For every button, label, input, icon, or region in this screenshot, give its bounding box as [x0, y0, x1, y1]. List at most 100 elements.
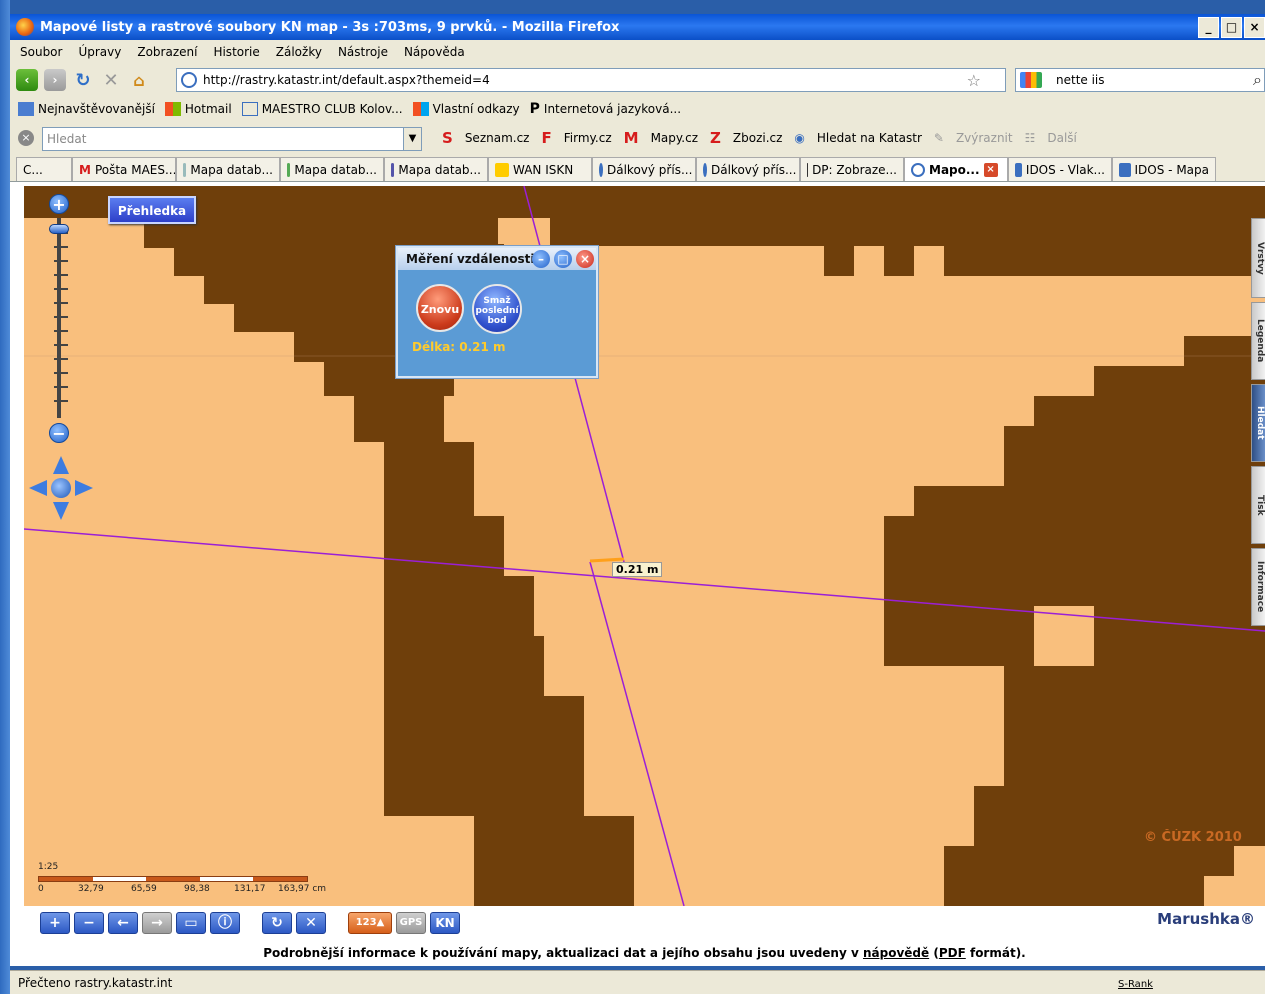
- bookmark-custom-links[interactable]: Vlastní odkazy: [412, 102, 520, 116]
- zoom-slider[interactable]: [54, 218, 68, 418]
- bookmark-star-icon[interactable]: ☆: [967, 71, 981, 90]
- minimize-button[interactable]: _: [1198, 17, 1219, 38]
- bookmark-language[interactable]: P Internetová jazyková...: [530, 101, 681, 117]
- delete-last-point-button[interactable]: Smaž poslední bod: [472, 284, 522, 334]
- zoom-slider-handle[interactable]: [49, 224, 69, 234]
- back-button[interactable]: ‹: [16, 69, 38, 91]
- web-search-box[interactable]: nette iis ⌕: [1015, 68, 1265, 92]
- pdf-link[interactable]: PDF: [939, 946, 966, 960]
- tab-label: DP: Zobraze...: [812, 162, 897, 177]
- bookmark-maestro[interactable]: MAESTRO CLUB Kolov...: [241, 102, 403, 116]
- measure-again-button[interactable]: Znovu: [416, 284, 464, 332]
- tab-item[interactable]: Mapa datab...: [280, 157, 384, 181]
- previous-view-button[interactable]: ←: [108, 912, 138, 934]
- bookmark-most-visited[interactable]: Nejnavštěvovanější: [18, 102, 155, 116]
- link-mapy[interactable]: Mapy.cz: [651, 131, 698, 145]
- tab-item[interactable]: C...: [16, 157, 72, 181]
- help-link[interactable]: nápovědě: [863, 946, 929, 960]
- tab-item[interactable]: IDOS - Vlak...: [1008, 157, 1112, 181]
- katastr-icon: [703, 162, 707, 177]
- segment-length-label: 0.21 m: [612, 562, 663, 577]
- tab-legend[interactable]: Legenda: [1251, 302, 1265, 380]
- zoom-in-icon[interactable]: +: [49, 194, 69, 214]
- chevron-down-icon[interactable]: ▼: [403, 128, 421, 150]
- tab-search[interactable]: Hledat: [1251, 384, 1265, 462]
- site-identity-icon[interactable]: [181, 72, 197, 88]
- google-engine-icon[interactable]: [1020, 72, 1042, 88]
- maximize-button[interactable]: □: [1221, 17, 1242, 38]
- tab-item[interactable]: WAN ISKN: [488, 157, 592, 181]
- close-toolbar-icon[interactable]: ×: [18, 130, 34, 146]
- link-dalsi[interactable]: Další: [1047, 131, 1077, 145]
- scale-ratio: 1:25: [38, 862, 59, 872]
- tab-print[interactable]: Tisk: [1251, 466, 1265, 544]
- zoom-out-button[interactable]: −: [74, 912, 104, 934]
- menu-napoveda[interactable]: Nápověda: [404, 45, 465, 59]
- bookmark-label: MAESTRO CLUB Kolov...: [261, 102, 403, 116]
- zoom-extent-button[interactable]: ▭: [176, 912, 206, 934]
- stop-button[interactable]: ✕: [100, 69, 122, 91]
- url-text: http://rastry.katastr.int/default.aspx?t…: [203, 73, 490, 87]
- info-button[interactable]: ⓘ: [210, 912, 240, 934]
- reload-button[interactable]: ↻: [72, 69, 94, 91]
- pan-right-icon[interactable]: [75, 480, 93, 496]
- info-text: formát).: [969, 946, 1026, 960]
- refresh-button[interactable]: ↻: [262, 912, 292, 934]
- menu-historie[interactable]: Historie: [213, 45, 259, 59]
- tab-item[interactable]: Dálkový přís...: [696, 157, 800, 181]
- overview-button[interactable]: Přehledka: [108, 196, 196, 224]
- menu-zalozky[interactable]: Záložky: [276, 45, 322, 59]
- measured-length: Délka: 0.21 m: [412, 340, 506, 354]
- status-text: Přečteno rastry.katastr.int: [18, 976, 173, 990]
- zoom-tick: [54, 358, 68, 360]
- clear-button[interactable]: ✕: [296, 912, 326, 934]
- pan-center-icon[interactable]: [51, 478, 71, 498]
- restore-panel-icon[interactable]: □: [554, 250, 572, 268]
- menu-upravy[interactable]: Úpravy: [78, 45, 121, 59]
- gps-button[interactable]: GPS: [396, 912, 426, 934]
- parcel-layer: [24, 186, 1265, 906]
- close-window-button[interactable]: ×: [1244, 17, 1265, 38]
- toolbar-search-input[interactable]: Hledat ▼: [42, 127, 422, 151]
- tab-item[interactable]: Dálkový přís...: [592, 157, 696, 181]
- measure-tool-button[interactable]: 123▲: [348, 912, 392, 934]
- forward-button[interactable]: ›: [44, 69, 66, 91]
- tab-item[interactable]: Mapa datab...: [384, 157, 488, 181]
- kn-button[interactable]: KN: [430, 912, 460, 934]
- tab-item[interactable]: IDOS - Mapa: [1112, 157, 1216, 181]
- more-icon: ☷: [1024, 131, 1036, 145]
- pan-up-icon[interactable]: [53, 456, 69, 474]
- link-zvyraznit[interactable]: Zvýraznit: [956, 131, 1013, 145]
- pan-left-icon[interactable]: [29, 480, 47, 496]
- link-seznam[interactable]: Seznam.cz: [465, 131, 530, 145]
- tab-item-active[interactable]: Mapo... ×: [904, 157, 1008, 181]
- minimize-panel-icon[interactable]: –: [532, 250, 550, 268]
- zoom-in-button[interactable]: +: [40, 912, 70, 934]
- bookmarks-toolbar: Nejnavštěvovanější Hotmail MAESTRO CLUB …: [10, 96, 1265, 122]
- map-canvas[interactable]: + − Přehledka Měření vzdálenosti – □ × Z…: [24, 186, 1265, 906]
- next-view-button[interactable]: →: [142, 912, 172, 934]
- tab-item[interactable]: DP: Zobraze...: [800, 157, 904, 181]
- tab-item[interactable]: Mapa datab...: [176, 157, 280, 181]
- link-hledat-katastr[interactable]: Hledat na Katastr: [817, 131, 922, 145]
- menu-nastroje[interactable]: Nástroje: [338, 45, 388, 59]
- link-zbozi[interactable]: Zbozi.cz: [733, 131, 783, 145]
- menu-soubor[interactable]: Soubor: [20, 45, 62, 59]
- measure-panel-header[interactable]: Měření vzdálenosti – □ ×: [398, 248, 596, 270]
- zoom-out-icon[interactable]: −: [49, 423, 69, 443]
- search-icon[interactable]: ⌕: [1253, 70, 1262, 90]
- tab-layers[interactable]: Vrstvy: [1251, 218, 1265, 298]
- bookmark-hotmail[interactable]: Hotmail: [164, 102, 232, 116]
- menu-zobrazeni[interactable]: Zobrazení: [137, 45, 197, 59]
- pan-down-icon[interactable]: [53, 502, 69, 520]
- page-icon: [183, 162, 187, 177]
- scale-label: 65,59: [131, 884, 157, 894]
- srank-link[interactable]: S-Rank: [1118, 973, 1153, 994]
- close-tab-icon[interactable]: ×: [983, 162, 998, 177]
- close-panel-icon[interactable]: ×: [576, 250, 594, 268]
- link-firmy[interactable]: Firmy.cz: [564, 131, 612, 145]
- home-button[interactable]: ⌂: [128, 69, 150, 91]
- url-bar[interactable]: http://rastry.katastr.int/default.aspx?t…: [176, 68, 1006, 92]
- tab-item[interactable]: M Pošta MAES...: [72, 157, 176, 181]
- tab-info[interactable]: Informace: [1251, 548, 1265, 626]
